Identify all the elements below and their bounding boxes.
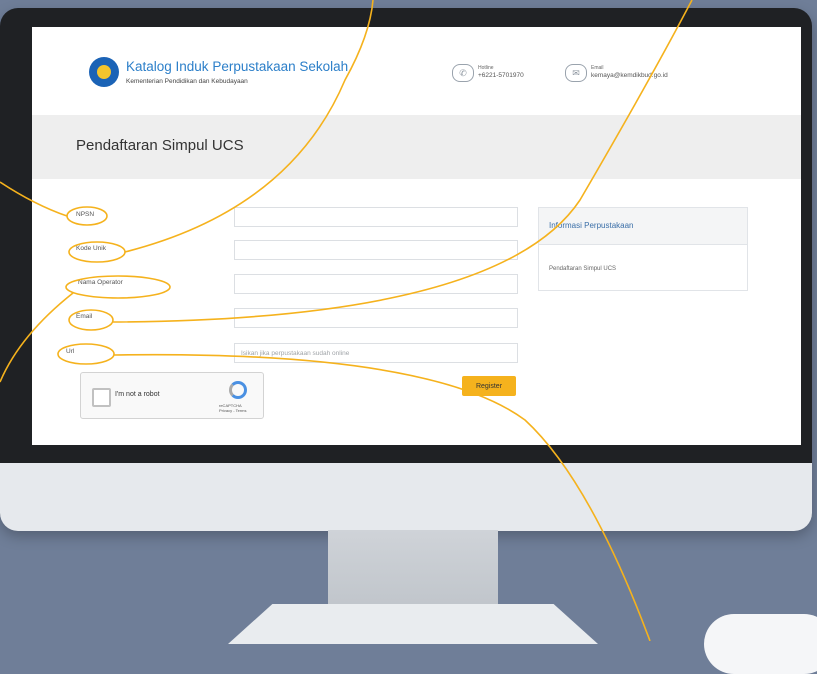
monitor-screen: Katalog Induk Perpustakaan Sekolah Kemen… <box>32 27 801 445</box>
site-title[interactable]: Katalog Induk Perpustakaan Sekolah <box>126 59 348 74</box>
label-kode-unik: Kode Unik <box>76 245 106 252</box>
label-npsn: NPSN <box>76 211 95 218</box>
email-input[interactable] <box>234 308 518 328</box>
label-url: Url <box>66 348 75 355</box>
page-title: Pendaftaran Simpul UCS <box>76 137 244 154</box>
hotline-value: +6221-5701970 <box>478 72 524 79</box>
label-email: Email <box>76 313 93 320</box>
info-panel-title: Informasi Perpustakaan <box>549 221 634 230</box>
url-input[interactable] <box>234 343 518 363</box>
site-subtitle: Kementerian Pendidikan dan Kebudayaan <box>126 78 248 85</box>
kode-unik-input[interactable] <box>234 240 518 260</box>
monitor-chin <box>0 463 812 531</box>
recaptcha-icon <box>229 381 247 399</box>
title-band: Pendaftaran Simpul UCS <box>32 115 801 179</box>
decorative-bubble <box>704 614 817 674</box>
label-nama-operator: Nama Operator <box>78 279 123 286</box>
hotline-label: Hotline <box>478 65 494 71</box>
nama-operator-input[interactable] <box>234 274 518 294</box>
email-label: Email <box>591 65 604 71</box>
captcha-checkbox[interactable] <box>92 388 111 407</box>
email-value[interactable]: kemaya@kemdikbud.go.id <box>591 72 668 79</box>
sidebar-item-pendaftaran[interactable]: Pendaftaran Simpul UCS <box>549 266 616 272</box>
recaptcha-widget: I'm not a robot reCAPTCHA Privacy - Term… <box>80 372 264 419</box>
captcha-brand: reCAPTCHA Privacy - Terms <box>219 403 247 414</box>
info-panel: Informasi Perpustakaan Pendaftaran Simpu… <box>538 207 748 291</box>
npsn-input[interactable] <box>234 207 518 227</box>
phone-icon: ✆ <box>452 64 474 82</box>
mail-icon: ✉ <box>565 64 587 82</box>
info-panel-header: Informasi Perpustakaan <box>539 208 747 245</box>
captcha-label: I'm not a robot <box>115 391 160 398</box>
monitor-stand-base <box>228 604 598 644</box>
tut-wuri-handayani-logo[interactable] <box>89 57 119 87</box>
register-button[interactable]: Register <box>462 376 516 396</box>
site-header: Katalog Induk Perpustakaan Sekolah Kemen… <box>32 27 801 115</box>
monitor-stand-neck <box>328 530 498 614</box>
